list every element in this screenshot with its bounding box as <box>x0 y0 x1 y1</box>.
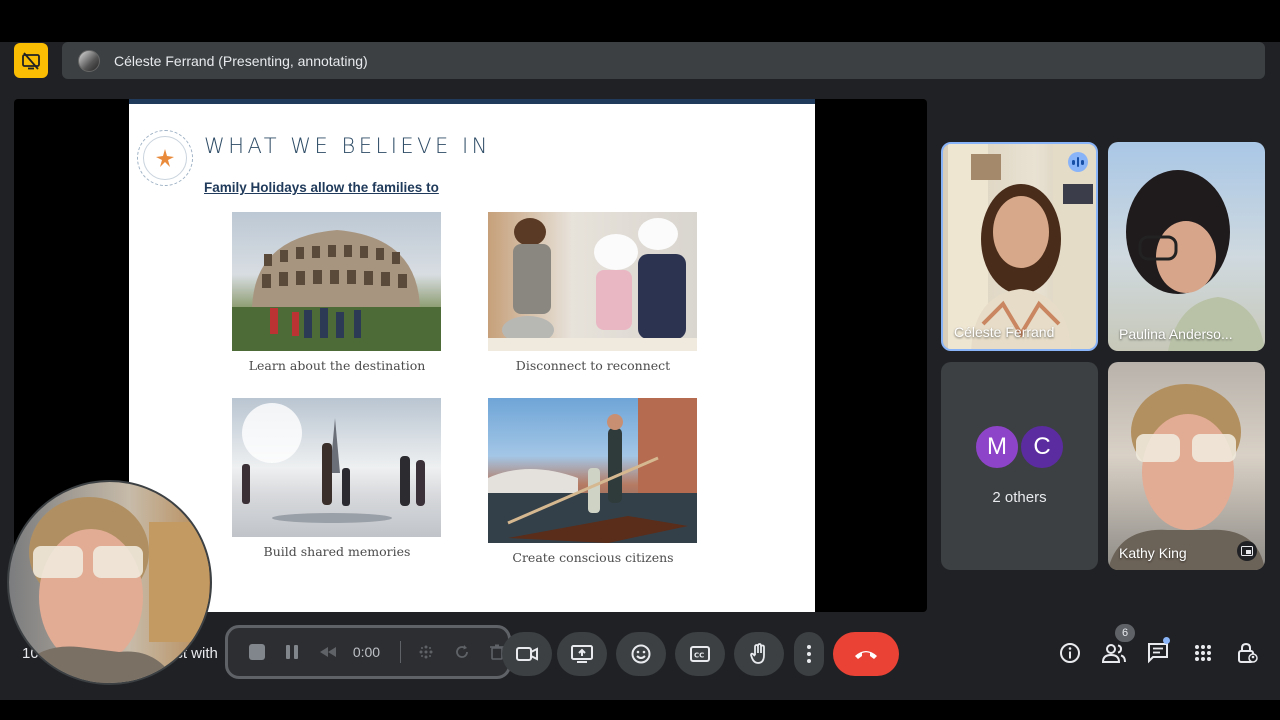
chat-button[interactable] <box>1146 641 1170 665</box>
raise-hand-button[interactable] <box>734 632 784 676</box>
people-button[interactable] <box>1102 641 1126 665</box>
captions-icon: CC <box>690 646 710 662</box>
meeting-details-button[interactable] <box>1058 641 1082 665</box>
presenter-label: Céleste Ferrand (Presenting, annotating) <box>114 52 368 69</box>
meet-window: Céleste Ferrand (Presenting, annotating)… <box>0 0 1280 720</box>
picture-in-picture-icon[interactable] <box>1237 541 1257 561</box>
participant-name: Paulina Anderso... <box>1119 326 1233 342</box>
rewind-button[interactable] <box>317 641 339 663</box>
slide-subtitle: Family Holidays allow the families to <box>204 180 439 195</box>
present-screen-button[interactable] <box>557 632 607 676</box>
pause-button[interactable] <box>282 641 304 663</box>
avatar-m: M <box>974 424 1020 470</box>
recorder-time: 0:00 <box>352 644 381 660</box>
captions-button[interactable]: CC <box>675 632 725 676</box>
present-screen-icon <box>571 645 593 663</box>
camera-button[interactable] <box>502 632 552 676</box>
divider <box>400 641 402 663</box>
self-view-video[interactable] <box>7 480 212 685</box>
caption-disconnect: Disconnect to reconnect <box>515 358 671 373</box>
chat-notification-dot <box>1163 637 1170 644</box>
more-vert-icon <box>807 645 811 663</box>
others-tile[interactable]: M C 2 others <box>941 362 1098 570</box>
apps-grid-icon <box>1195 645 1211 661</box>
people-count-badge: 6 <box>1115 624 1135 642</box>
caption-learn: Learn about the destination <box>248 358 426 373</box>
hand-icon <box>750 643 765 664</box>
presentation-slide: WHAT WE BELIEVE IN Family Holidays allow… <box>129 99 815 612</box>
venice-photo <box>488 398 697 543</box>
participant-tile-paulina[interactable]: Paulina Anderso... <box>1108 142 1265 351</box>
activities-button[interactable] <box>1191 641 1215 665</box>
bottom-black-bar <box>0 700 1280 720</box>
end-call-icon <box>855 651 877 659</box>
top-black-bar <box>0 0 1280 42</box>
stop-icon <box>248 644 265 660</box>
people-icon <box>1102 644 1126 663</box>
caption-create: Create conscious citizens <box>512 550 674 565</box>
speaking-indicator-icon <box>1068 152 1088 172</box>
participant-tile-celeste[interactable]: Céleste Ferrand <box>941 142 1098 351</box>
cooking-photo <box>488 212 697 351</box>
stop-presenting-button[interactable] <box>14 43 48 78</box>
svg-text:CC: CC <box>694 652 704 660</box>
presenter-avatar <box>78 49 100 72</box>
pause-icon <box>286 645 299 659</box>
camera-icon <box>516 647 538 661</box>
caption-build: Build shared memories <box>263 544 411 559</box>
present-off-icon <box>22 51 40 70</box>
annotation-recorder: 0:00 <box>225 625 511 679</box>
stop-recording-button[interactable] <box>246 641 268 663</box>
participant-name: Céleste Ferrand <box>954 324 1055 340</box>
refresh-icon <box>455 645 468 658</box>
sparkle-icon <box>419 645 433 659</box>
lock-person-icon <box>1238 642 1258 663</box>
leave-call-button[interactable] <box>833 632 899 676</box>
avatar-c: C <box>1019 424 1065 470</box>
rewind-icon <box>320 647 337 657</box>
chat-icon <box>1148 643 1168 664</box>
paris-photo <box>232 398 441 537</box>
reactions-button[interactable] <box>616 632 666 676</box>
host-controls-button[interactable] <box>1235 641 1259 665</box>
redo-button[interactable] <box>451 641 473 663</box>
company-logo <box>137 130 193 186</box>
participant-name: Kathy King <box>1119 545 1187 561</box>
effects-button[interactable] <box>415 641 437 663</box>
emoji-icon <box>631 644 651 664</box>
slide-title: WHAT WE BELIEVE IN <box>204 134 491 158</box>
more-options-button[interactable] <box>794 632 824 676</box>
others-label: 2 others <box>992 489 1047 506</box>
colosseum-photo <box>232 212 441 351</box>
participant-tile-kathy[interactable]: Kathy King <box>1108 362 1265 570</box>
info-icon <box>1060 643 1080 663</box>
presenter-bar: Céleste Ferrand (Presenting, annotating) <box>62 42 1265 79</box>
